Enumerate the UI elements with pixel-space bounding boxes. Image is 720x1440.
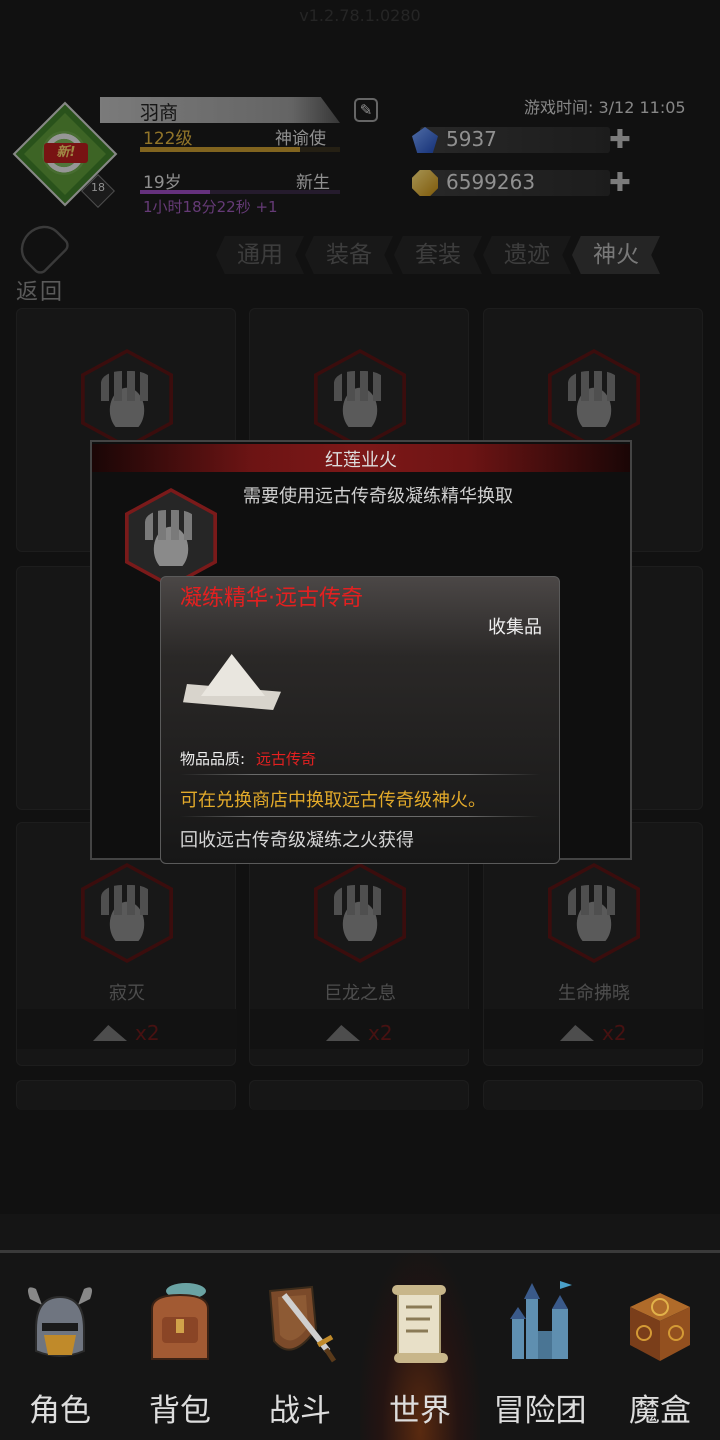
item-title: 凝练精华·远古传奇 <box>180 586 363 611</box>
nav-label: 冒险团 <box>493 1393 587 1429</box>
item-quality-value: 远古传奇 <box>256 750 317 768</box>
sword-shield-icon <box>268 1285 337 1363</box>
essence-ash-icon <box>183 654 281 712</box>
fire-popup-title: 红莲业火 <box>325 450 397 471</box>
claw-flame-icon <box>141 510 201 566</box>
nav-label: 魔盒 <box>629 1393 691 1429</box>
tooltip-divider <box>180 816 540 817</box>
item-source-text: 回收远古传奇级凝练之火获得 <box>180 830 414 851</box>
castle-icon <box>510 1281 572 1359</box>
nav-label: 世界 <box>389 1393 451 1429</box>
nav-label: 角色 <box>29 1393 91 1429</box>
nav-backpack[interactable]: 背包 <box>120 1253 240 1440</box>
tooltip-divider <box>180 774 540 775</box>
item-type: 收集品 <box>488 617 542 638</box>
nav-label: 战斗 <box>269 1393 331 1429</box>
item-usage-text: 可在兑换商店中换取远古传奇级神火。 <box>180 790 486 811</box>
helmet-icon <box>28 1287 92 1357</box>
magic-box-icon <box>630 1293 690 1361</box>
nav-adventure-team[interactable]: 冒险团 <box>480 1253 600 1440</box>
fire-popup-description: 需要使用远古传奇级凝练精华换取 <box>243 486 513 507</box>
nav-world[interactable]: 世界 <box>360 1253 480 1440</box>
nav-label: 背包 <box>149 1393 211 1429</box>
nav-character[interactable]: 角色 <box>0 1253 120 1440</box>
nav-battle[interactable]: 战斗 <box>240 1253 360 1440</box>
item-quality-label: 物品品质: <box>180 750 246 768</box>
backpack-icon <box>151 1283 209 1360</box>
nav-magic-box[interactable]: 魔盒 <box>600 1253 720 1440</box>
scroll-map-icon <box>392 1285 448 1363</box>
fire-popup-hex <box>121 488 221 588</box>
